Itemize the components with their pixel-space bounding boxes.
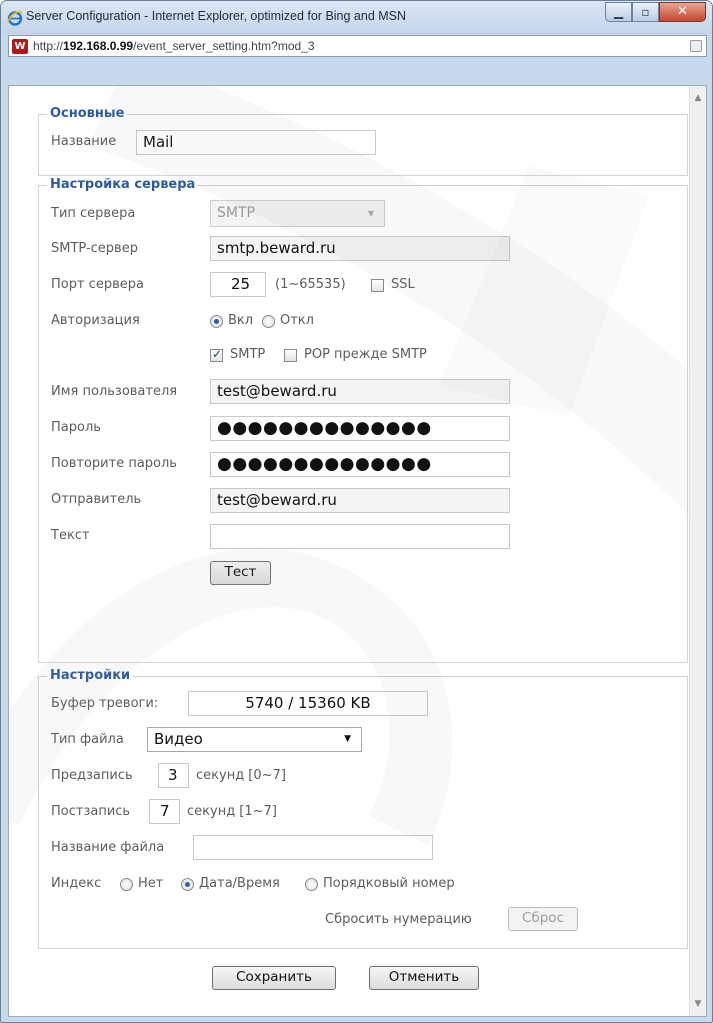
index-none-radio[interactable] (120, 878, 133, 891)
repeat-password-label: Повторите пароль (51, 456, 177, 471)
chevron-down-icon: ▼ (344, 734, 351, 744)
alarm-buffer-value: 5740 / 15360 KB (188, 691, 428, 716)
file-type-label: Тип файла (51, 732, 124, 747)
smtp-server-input[interactable]: smtp.beward.ru (210, 236, 510, 261)
page-content: Основные Название Mail Настройка сервера… (8, 85, 707, 1017)
reset-button[interactable]: Сброс (508, 907, 578, 931)
prerecord-input[interactable]: 3 (158, 763, 189, 788)
name-label: Название (51, 134, 117, 149)
prerecord-label: Предзапись (51, 768, 133, 783)
index-datetime-label: Дата/Время (199, 876, 280, 891)
name-input[interactable]: Mail (136, 130, 376, 155)
auth-on-label: Вкл (228, 313, 254, 328)
settings-legend: Настройки (47, 668, 134, 683)
reset-numbering-label: Сбросить нумерацию (325, 912, 472, 927)
sender-input[interactable]: test@beward.ru (210, 488, 510, 513)
index-datetime-radio[interactable] (181, 878, 194, 891)
save-button[interactable]: Сохранить (212, 966, 336, 990)
close-button[interactable]: ✕ (659, 2, 706, 22)
close-icon: ✕ (677, 4, 688, 19)
smtp-auth-label: SMTP (230, 347, 266, 362)
maximize-icon: ▫ (641, 5, 650, 19)
auth-label: Авторизация (51, 313, 140, 328)
browser-window: Server Configuration - Internet Explorer… (0, 0, 713, 1023)
auth-on-radio[interactable] (210, 315, 223, 328)
title-bar: Server Configuration - Internet Explorer… (1, 1, 712, 34)
ssl-checkbox[interactable] (371, 279, 384, 292)
server-type-select: SMTP ▼ (210, 200, 385, 227)
postrecord-label: Постзапись (51, 804, 131, 819)
file-type-value: Видео (154, 730, 203, 748)
prerecord-unit: секунд [0~7] (196, 768, 286, 783)
settings-group: Настройки Буфер тревоги: 5740 / 15360 KB… (38, 668, 688, 949)
test-button[interactable]: Тест (210, 561, 271, 585)
vertical-scrollbar[interactable]: ▲ ▼ (689, 86, 706, 1016)
address-bar[interactable]: W http://192.168.0.99/event_server_setti… (8, 35, 707, 57)
maximize-button[interactable]: ▫ (632, 2, 659, 22)
ie-icon (7, 11, 23, 26)
url-host: 192.168.0.99 (63, 39, 134, 53)
user-label: Имя пользователя (51, 384, 178, 399)
server-type-label: Тип сервера (51, 206, 136, 221)
scroll-up-icon[interactable]: ▲ (690, 90, 706, 106)
auth-off-label: Откл (280, 313, 314, 328)
index-sequence-label: Порядковый номер (323, 876, 455, 891)
server-type-value: SMTP (217, 205, 255, 221)
sender-label: Отправитель (51, 492, 142, 507)
pop-before-smtp-checkbox[interactable] (284, 349, 297, 362)
url-prefix: http:// (33, 39, 64, 53)
scroll-down-icon[interactable]: ▼ (690, 996, 706, 1012)
filename-input[interactable] (193, 835, 433, 860)
user-input[interactable]: test@beward.ru (210, 379, 510, 404)
ssl-label: SSL (391, 277, 415, 292)
smtp-server-label: SMTP-сервер (51, 241, 138, 256)
address-url: http://192.168.0.99/event_server_setting… (33, 39, 315, 53)
minimize-icon: ▁ (613, 5, 624, 19)
filename-label: Название файла (51, 840, 165, 855)
alarm-buffer-label: Буфер тревоги: (51, 696, 159, 711)
postrecord-unit: секунд [1~7] (187, 804, 277, 819)
port-label: Порт сервера (51, 277, 144, 292)
basic-group: Основные Название Mail (38, 106, 688, 176)
server-group: Настройка сервера Тип сервера SMTP ▼ SMT… (38, 177, 688, 663)
smtp-auth-checkbox[interactable] (210, 347, 223, 362)
compat-view-icon[interactable] (690, 40, 702, 52)
repeat-password-input[interactable]: ●●●●●●●●●●●●●● (210, 452, 510, 477)
index-label: Индекс (51, 876, 102, 891)
index-none-label: Нет (138, 876, 164, 891)
server-legend: Настройка сервера (47, 177, 199, 192)
port-range: (1~65535) (275, 277, 346, 292)
index-sequence-radio[interactable] (305, 878, 318, 891)
minimize-button[interactable]: ▁ (605, 2, 632, 22)
auth-off-radio[interactable] (262, 315, 275, 328)
postrecord-input[interactable]: 7 (149, 799, 180, 824)
text-label: Текст (51, 528, 90, 543)
basic-legend: Основные (47, 106, 128, 121)
text-input[interactable] (210, 524, 510, 549)
url-path: /event_server_setting.htm?mod_3 (133, 39, 315, 53)
pop-before-smtp-label: POP прежде SMTP (304, 347, 427, 362)
chevron-down-icon: ▼ (367, 209, 374, 218)
password-label: Пароль (51, 420, 101, 435)
site-icon: W (12, 39, 28, 54)
password-input[interactable]: ●●●●●●●●●●●●●● (210, 416, 510, 441)
window-controls: ▁ ▫ ✕ (605, 2, 706, 24)
window-title: Server Configuration - Internet Explorer… (26, 9, 407, 23)
port-input[interactable]: 25 (210, 272, 266, 297)
file-type-select[interactable]: Видео ▼ (147, 727, 362, 752)
cancel-button[interactable]: Отменить (369, 966, 479, 990)
